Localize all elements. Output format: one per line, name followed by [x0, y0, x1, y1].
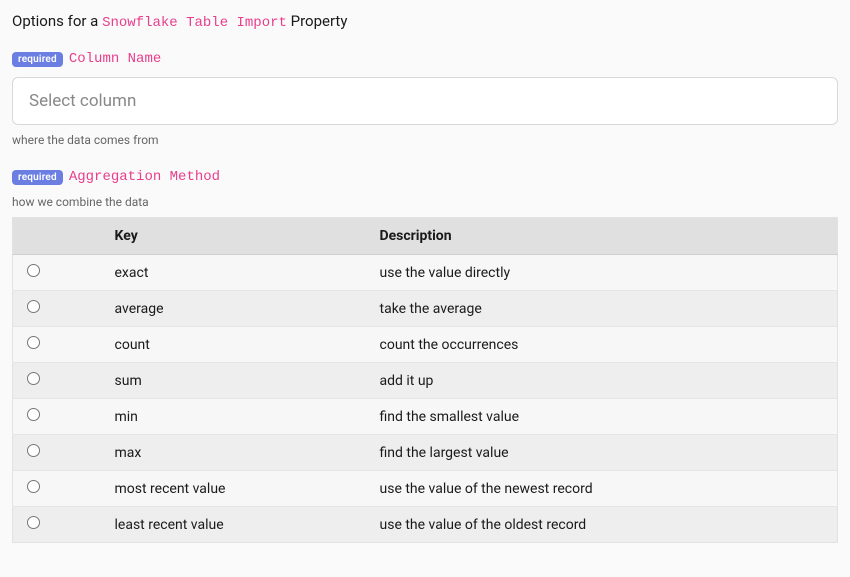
table-row: sumadd it up — [13, 363, 838, 399]
aggregation-radio[interactable] — [27, 300, 40, 313]
table-header-empty — [13, 218, 103, 255]
aggregation-radio[interactable] — [27, 444, 40, 457]
column-name-label: Column Name — [69, 51, 161, 67]
aggregation-description: use the value of the newest record — [368, 471, 838, 507]
table-row: maxfind the largest value — [13, 435, 838, 471]
title-suffix: Property — [291, 12, 348, 30]
aggregation-radio[interactable] — [27, 336, 40, 349]
aggregation-section: required Aggregation Method how we combi… — [12, 169, 838, 543]
aggregation-radio[interactable] — [27, 480, 40, 493]
aggregation-key: average — [103, 291, 368, 327]
aggregation-label: Aggregation Method — [69, 169, 220, 185]
aggregation-key: most recent value — [103, 471, 368, 507]
aggregation-table: Key Description exactuse the value direc… — [12, 217, 838, 543]
column-select-input[interactable]: Select column — [12, 77, 838, 125]
aggregation-radio[interactable] — [27, 264, 40, 277]
title-code: Snowflake Table Import — [102, 15, 287, 31]
radio-cell — [13, 435, 103, 471]
aggregation-description: find the largest value — [368, 435, 838, 471]
aggregation-key: count — [103, 327, 368, 363]
table-row: countcount the occurrences — [13, 327, 838, 363]
radio-cell — [13, 291, 103, 327]
title-prefix: Options for a — [12, 12, 98, 30]
radio-cell — [13, 327, 103, 363]
aggregation-description: find the smallest value — [368, 399, 838, 435]
radio-cell — [13, 399, 103, 435]
aggregation-radio[interactable] — [27, 408, 40, 421]
table-row: minfind the smallest value — [13, 399, 838, 435]
column-name-header: required Column Name — [12, 51, 838, 67]
required-badge: required — [12, 170, 63, 185]
column-name-help: where the data comes from — [12, 133, 838, 147]
aggregation-radio[interactable] — [27, 372, 40, 385]
table-row: most recent valueuse the value of the ne… — [13, 471, 838, 507]
aggregation-key: exact — [103, 255, 368, 291]
table-header-description: Description — [368, 218, 838, 255]
aggregation-description: take the average — [368, 291, 838, 327]
aggregation-radio[interactable] — [27, 516, 40, 529]
radio-cell — [13, 255, 103, 291]
table-row: averagetake the average — [13, 291, 838, 327]
aggregation-description: add it up — [368, 363, 838, 399]
table-row: least recent valueuse the value of the o… — [13, 507, 838, 543]
column-name-section: required Column Name Select column where… — [12, 51, 838, 147]
aggregation-description: use the value directly — [368, 255, 838, 291]
aggregation-key: min — [103, 399, 368, 435]
aggregation-key: sum — [103, 363, 368, 399]
table-row: exactuse the value directly — [13, 255, 838, 291]
page-title: Options for a Snowflake Table Import Pro… — [12, 12, 838, 31]
radio-cell — [13, 363, 103, 399]
radio-cell — [13, 507, 103, 543]
aggregation-description: use the value of the oldest record — [368, 507, 838, 543]
aggregation-key: max — [103, 435, 368, 471]
aggregation-header: required Aggregation Method — [12, 169, 838, 185]
aggregation-description: count the occurrences — [368, 327, 838, 363]
radio-cell — [13, 471, 103, 507]
aggregation-help: how we combine the data — [12, 195, 838, 209]
required-badge: required — [12, 52, 63, 67]
aggregation-key: least recent value — [103, 507, 368, 543]
table-header-key: Key — [103, 218, 368, 255]
